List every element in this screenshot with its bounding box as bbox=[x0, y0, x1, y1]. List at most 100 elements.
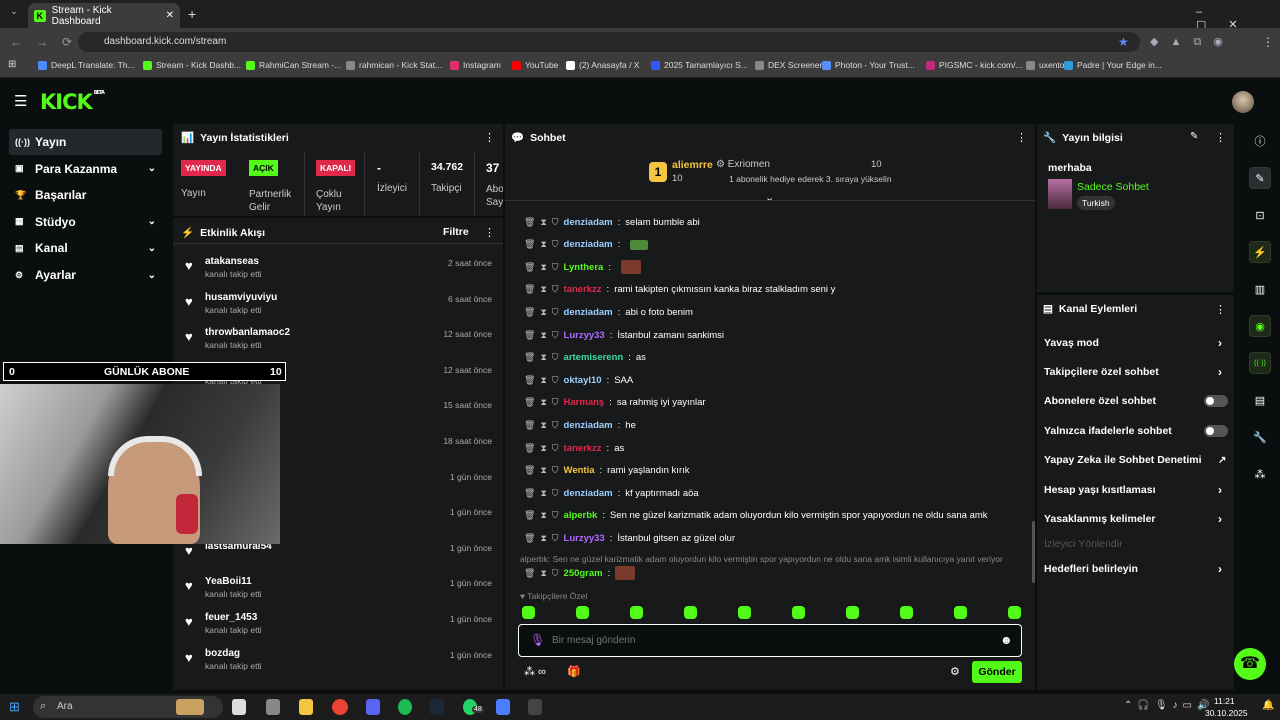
camel-widget-icon[interactable] bbox=[176, 699, 204, 715]
app-icon[interactable] bbox=[496, 699, 510, 715]
bookmark-item[interactable]: Instagram bbox=[450, 60, 501, 70]
bookmark-item[interactable]: Photon - Your Trust... bbox=[822, 60, 915, 70]
hourglass-icon[interactable]: ⧗ bbox=[540, 488, 546, 499]
trash-icon[interactable]: 🗑 bbox=[524, 239, 535, 250]
send-button[interactable]: Gönder bbox=[972, 661, 1022, 683]
chat-username[interactable]: Lynthera bbox=[564, 262, 604, 273]
leaderboard-user[interactable]: aliemrre bbox=[672, 159, 713, 171]
trash-icon[interactable]: 🗑 bbox=[524, 465, 535, 476]
channel-action-item[interactable]: Takipçilere özel sohbet › bbox=[1044, 365, 1234, 379]
bookmark-item[interactable]: PIGSMC - kick.com/... bbox=[926, 60, 1023, 70]
steam-icon[interactable] bbox=[430, 699, 444, 715]
hourglass-icon[interactable]: ⧗ bbox=[540, 510, 546, 521]
chat-username[interactable]: denziadam bbox=[564, 239, 613, 250]
chat-username[interactable]: Wentia bbox=[564, 465, 595, 476]
chat-username[interactable]: denziadam bbox=[564, 488, 613, 499]
tab-search-button[interactable]: ⌄ bbox=[6, 6, 22, 22]
emote-quick-button[interactable] bbox=[576, 606, 589, 619]
sidebar-item-trophy[interactable]: 🏆 Başarılar bbox=[9, 182, 162, 208]
trash-icon[interactable]: 🗑 bbox=[524, 510, 535, 521]
follower-name[interactable]: throwbanlamaoc2 bbox=[205, 327, 290, 338]
chat-username[interactable]: tanerkzz bbox=[564, 443, 602, 454]
hourglass-icon[interactable]: ⧗ bbox=[540, 330, 546, 341]
chat-username[interactable]: denziadam bbox=[564, 420, 613, 431]
scrollbar[interactable] bbox=[1032, 521, 1035, 583]
trash-icon[interactable]: 🗑 bbox=[524, 397, 535, 408]
emote-quick-button[interactable] bbox=[1008, 606, 1021, 619]
hourglass-icon[interactable]: ⧗ bbox=[540, 533, 546, 544]
help-fab[interactable]: ☎ bbox=[1234, 648, 1266, 680]
edit-icon[interactable]: ✎ bbox=[1190, 131, 1198, 142]
trash-icon[interactable]: 🗑 bbox=[524, 488, 535, 499]
gift-box-icon[interactable]: 🎁 bbox=[567, 665, 581, 678]
bookmark-item[interactable]: (2) Anasayfa / X bbox=[566, 60, 639, 70]
hourglass-icon[interactable]: ⧗ bbox=[540, 443, 546, 454]
chat-username[interactable]: oktayl10 bbox=[564, 375, 602, 386]
wrench-icon[interactable]: 🔧 bbox=[1249, 426, 1271, 448]
sidebar-item-studio[interactable]: ▦ Stüdyo ⌄ bbox=[9, 209, 162, 235]
bookmark-item[interactable]: Stream - Kick Dashb... bbox=[143, 60, 241, 70]
bookmark-item[interactable]: rahmican - Kick Stat... bbox=[346, 60, 442, 70]
channel-action-item[interactable]: Abonelere özel sohbet bbox=[1044, 394, 1234, 408]
emoji-picker-icon[interactable]: ☻ bbox=[1000, 633, 1013, 647]
emote-quick-button[interactable] bbox=[630, 606, 643, 619]
hourglass-icon[interactable]: ⧗ bbox=[540, 352, 546, 363]
browser-menu-icon[interactable]: ⋮ bbox=[1262, 35, 1274, 49]
bookmark-item[interactable]: YouTube bbox=[512, 60, 558, 70]
trash-icon[interactable]: 🗑 bbox=[524, 284, 535, 295]
sidebar-item-channel[interactable]: ▤ Kanal ⌄ bbox=[9, 235, 162, 261]
hourglass-icon[interactable]: ⧗ bbox=[540, 307, 546, 318]
info-icon[interactable]: ⓘ bbox=[1249, 130, 1271, 152]
nodes-icon[interactable]: ⁂ bbox=[1249, 463, 1271, 485]
emote-quick-button[interactable] bbox=[792, 606, 805, 619]
stream-info-menu-icon[interactable]: ⋮ bbox=[1215, 131, 1226, 144]
hourglass-icon[interactable]: ⧗ bbox=[540, 284, 546, 295]
trash-icon[interactable]: 🗑 bbox=[524, 533, 535, 544]
file-manager-icon[interactable] bbox=[266, 699, 280, 715]
capture-icon[interactable]: ⊡ bbox=[1249, 204, 1271, 226]
hourglass-icon[interactable]: ⧗ bbox=[540, 239, 546, 250]
bookmark-item[interactable]: DEX Screener bbox=[755, 60, 822, 70]
category-link[interactable]: Sadece Sohbet bbox=[1077, 181, 1149, 193]
emote-quick-button[interactable] bbox=[738, 606, 751, 619]
sidebar-item-broadcast[interactable]: ((·)) Yayın bbox=[9, 129, 162, 155]
start-icon[interactable]: ⊞ bbox=[9, 699, 20, 715]
extension-icons[interactable]: ◆▲⧉◉ bbox=[1150, 35, 1235, 49]
sidebar-item-monetization[interactable]: ▣ Para Kazanma ⌄ bbox=[9, 156, 162, 182]
browser-tab[interactable]: K Stream - Kick Dashboard ✕ bbox=[28, 3, 180, 28]
trash-icon[interactable]: 🗑 bbox=[524, 443, 535, 454]
bookmark-star-icon[interactable]: ★ bbox=[1118, 35, 1129, 49]
follower-name[interactable]: husamviyuviyu bbox=[205, 292, 277, 303]
sidebar-item-settings[interactable]: ⚙ Ayarlar ⌄ bbox=[9, 262, 162, 288]
discord-icon[interactable] bbox=[366, 699, 380, 715]
chat-username[interactable]: denziadam bbox=[564, 217, 613, 228]
hourglass-icon[interactable]: ⧗ bbox=[540, 568, 546, 579]
trash-icon[interactable]: 🗑 bbox=[524, 307, 535, 318]
chrome-icon[interactable] bbox=[332, 699, 348, 715]
mic-icon[interactable]: 🎙 bbox=[530, 633, 545, 647]
nav-buttons[interactable]: ←→⟳ bbox=[10, 35, 86, 49]
toggle-switch[interactable] bbox=[1204, 425, 1228, 437]
url-field[interactable]: dashboard.kick.com/stream bbox=[78, 32, 1140, 52]
activity-menu-icon[interactable]: ⋮ bbox=[484, 226, 495, 239]
chat-menu-icon[interactable]: ⋮ bbox=[1016, 131, 1027, 144]
spotify-icon[interactable] bbox=[398, 699, 412, 715]
chat-username[interactable]: tanerkzz bbox=[564, 284, 602, 295]
hourglass-icon[interactable]: ⧗ bbox=[540, 262, 546, 273]
avatar[interactable] bbox=[1232, 91, 1254, 113]
chat-username[interactable]: alperbk bbox=[564, 510, 598, 521]
chat-username[interactable]: Lurzyy33 bbox=[564, 533, 605, 544]
filter-button[interactable]: Filtre bbox=[443, 226, 469, 238]
bookmark-item[interactable]: 2025 Tamamlayıcı S... bbox=[651, 60, 748, 70]
channel-action-item[interactable]: Yalnızca ifadelerle sohbet bbox=[1044, 424, 1234, 438]
apps-icon[interactable]: ⊞ bbox=[8, 59, 16, 70]
collapse-chevron-icon[interactable]: ⌄ bbox=[765, 191, 774, 204]
trash-icon[interactable]: 🗑 bbox=[524, 420, 535, 431]
channel-action-item[interactable]: Yapay Zeka ile Sohbet Denetimi ↗ bbox=[1044, 453, 1234, 467]
obs-icon[interactable] bbox=[528, 699, 542, 715]
trash-icon[interactable]: 🗑 bbox=[524, 217, 535, 228]
bookmark-item[interactable]: Padre | Your Edge in... bbox=[1064, 60, 1162, 70]
tab-close-icon[interactable]: ✕ bbox=[166, 10, 174, 21]
chat-input[interactable] bbox=[552, 631, 972, 649]
chat-username[interactable]: denziadam bbox=[564, 307, 613, 318]
